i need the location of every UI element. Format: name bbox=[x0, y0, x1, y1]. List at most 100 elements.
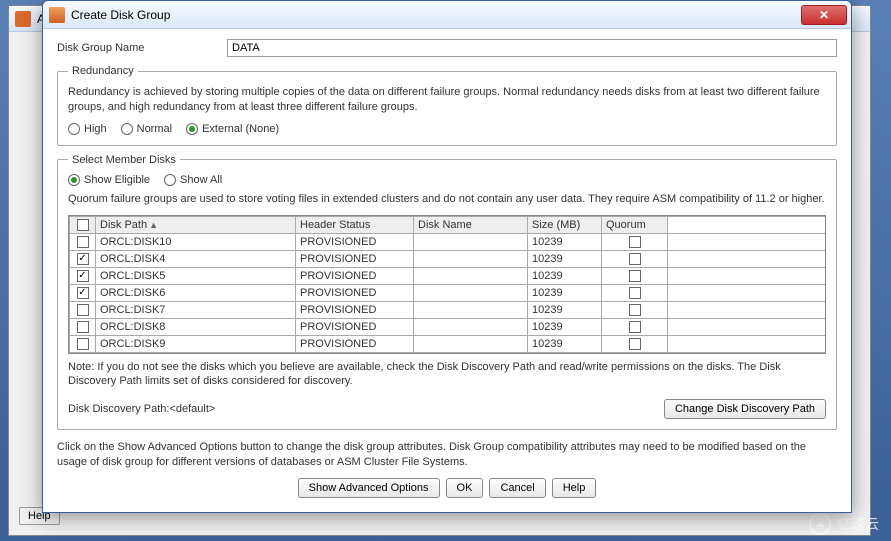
col-disk-path[interactable]: Disk Path▲ bbox=[96, 216, 296, 233]
redundancy-option-normal[interactable]: Normal bbox=[121, 123, 172, 135]
table-row[interactable]: ORCL:DISK9PROVISIONED10239 bbox=[70, 335, 826, 352]
table-row[interactable]: ORCL:DISK5PROVISIONED 10239 bbox=[70, 267, 826, 284]
cloud-icon: ☁ bbox=[809, 513, 831, 535]
radio-icon bbox=[68, 123, 80, 135]
col-size-mb[interactable]: Size (MB) bbox=[528, 216, 602, 233]
cell-disk-path: ORCL:DISK8 bbox=[96, 318, 296, 335]
change-discovery-path-button[interactable]: Change Disk Discovery Path bbox=[664, 399, 826, 419]
row-checkbox[interactable] bbox=[77, 253, 89, 265]
cell-disk-path: ORCL:DISK4 bbox=[96, 250, 296, 267]
cell-filler bbox=[668, 250, 826, 267]
row-checkbox[interactable] bbox=[77, 287, 89, 299]
show-advanced-options-button[interactable]: Show Advanced Options bbox=[298, 478, 440, 498]
col-select-all[interactable] bbox=[70, 216, 96, 233]
quorum-checkbox[interactable] bbox=[629, 253, 641, 265]
watermark: ☁ 亿速云 bbox=[809, 513, 879, 535]
cell-header-status: PROVISIONED bbox=[296, 233, 414, 250]
cell-size-mb: 10239 bbox=[528, 301, 602, 318]
cell-disk-path: ORCL:DISK9 bbox=[96, 335, 296, 352]
cell-disk-name[interactable] bbox=[414, 335, 528, 352]
dialog-title: Create Disk Group bbox=[71, 8, 801, 22]
col-filler bbox=[668, 216, 826, 233]
radio-label: High bbox=[84, 123, 107, 135]
cancel-button[interactable]: Cancel bbox=[489, 478, 545, 498]
cell-disk-name[interactable] bbox=[414, 318, 528, 335]
sort-icon: ▲ bbox=[149, 220, 158, 230]
quorum-checkbox[interactable] bbox=[629, 304, 641, 316]
quorum-checkbox[interactable] bbox=[629, 287, 641, 299]
redundancy-legend: Redundancy bbox=[68, 65, 138, 77]
cell-size-mb: 10239 bbox=[528, 267, 602, 284]
cell-size-mb: 10239 bbox=[528, 284, 602, 301]
table-row[interactable]: ORCL:DISK10PROVISIONED10239 bbox=[70, 233, 826, 250]
cell-disk-path: ORCL:DISK7 bbox=[96, 301, 296, 318]
watermark-text: 亿速云 bbox=[837, 514, 879, 534]
radio-label: Show Eligible bbox=[84, 174, 150, 186]
radio-label: Show All bbox=[180, 174, 222, 186]
quorum-desc: Quorum failure groups are used to store … bbox=[68, 192, 826, 207]
cell-filler bbox=[668, 335, 826, 352]
cell-disk-name[interactable] bbox=[414, 284, 528, 301]
cell-filler bbox=[668, 267, 826, 284]
button-bar: Show Advanced Options OK Cancel Help bbox=[57, 478, 837, 504]
col-header-status[interactable]: Header Status bbox=[296, 216, 414, 233]
cell-size-mb: 10239 bbox=[528, 233, 602, 250]
cell-header-status: PROVISIONED bbox=[296, 301, 414, 318]
radio-icon bbox=[121, 123, 133, 135]
redundancy-option-high[interactable]: High bbox=[68, 123, 107, 135]
cell-disk-path: ORCL:DISK6 bbox=[96, 284, 296, 301]
cell-disk-name[interactable] bbox=[414, 233, 528, 250]
quorum-checkbox[interactable] bbox=[629, 321, 641, 333]
disk-group-name-label: Disk Group Name bbox=[57, 42, 227, 54]
close-button[interactable]: ✕ bbox=[801, 5, 847, 25]
cell-filler bbox=[668, 233, 826, 250]
cell-header-status: PROVISIONED bbox=[296, 250, 414, 267]
row-checkbox[interactable] bbox=[77, 321, 89, 333]
col-quorum[interactable]: Quorum bbox=[602, 216, 668, 233]
table-row[interactable]: ORCL:DISK4PROVISIONED 10239 bbox=[70, 250, 826, 267]
row-checkbox[interactable] bbox=[77, 304, 89, 316]
close-icon: ✕ bbox=[819, 8, 829, 22]
show-options: Show Eligible Show All bbox=[68, 174, 826, 186]
show-option-show-eligible[interactable]: Show Eligible bbox=[68, 174, 150, 186]
advanced-options-hint: Click on the Show Advanced Options butto… bbox=[57, 440, 837, 470]
quorum-checkbox[interactable] bbox=[629, 270, 641, 282]
disk-group-name-input[interactable] bbox=[227, 39, 837, 57]
cell-header-status: PROVISIONED bbox=[296, 267, 414, 284]
cell-size-mb: 10239 bbox=[528, 335, 602, 352]
radio-icon bbox=[68, 174, 80, 186]
member-disks-legend: Select Member Disks bbox=[68, 154, 180, 166]
discovery-note: Note: If you do not see the disks which … bbox=[68, 360, 826, 390]
table-row[interactable]: ORCL:DISK8PROVISIONED 10239 bbox=[70, 318, 826, 335]
cell-disk-name[interactable] bbox=[414, 250, 528, 267]
redundancy-option-external-none-[interactable]: External (None) bbox=[186, 123, 279, 135]
checkbox-icon bbox=[77, 219, 89, 231]
dialog-app-icon bbox=[49, 7, 65, 23]
cell-size-mb: 10239 bbox=[528, 318, 602, 335]
cell-filler bbox=[668, 301, 826, 318]
cell-header-status: PROVISIONED bbox=[296, 318, 414, 335]
col-disk-name[interactable]: Disk Name bbox=[414, 216, 528, 233]
radio-label: External (None) bbox=[202, 123, 279, 135]
cell-disk-name[interactable] bbox=[414, 267, 528, 284]
show-option-show-all[interactable]: Show All bbox=[164, 174, 222, 186]
radio-icon bbox=[164, 174, 176, 186]
help-button[interactable]: Help bbox=[552, 478, 597, 498]
table-row[interactable]: ORCL:DISK7PROVISIONED 10239 bbox=[70, 301, 826, 318]
app-icon bbox=[15, 11, 31, 27]
row-checkbox[interactable] bbox=[77, 270, 89, 282]
create-disk-group-dialog: Create Disk Group ✕ Disk Group Name Redu… bbox=[42, 0, 852, 513]
cell-disk-path: ORCL:DISK5 bbox=[96, 267, 296, 284]
cell-size-mb: 10239 bbox=[528, 250, 602, 267]
cell-filler bbox=[668, 318, 826, 335]
quorum-checkbox[interactable] bbox=[629, 236, 641, 248]
titlebar: Create Disk Group ✕ bbox=[43, 1, 851, 29]
table-row[interactable]: ORCL:DISK6PROVISIONED10239 bbox=[70, 284, 826, 301]
quorum-checkbox[interactable] bbox=[629, 338, 641, 350]
row-checkbox[interactable] bbox=[77, 236, 89, 248]
ok-button[interactable]: OK bbox=[446, 478, 484, 498]
redundancy-options: High Normal External (None) bbox=[68, 123, 826, 135]
redundancy-fieldset: Redundancy Redundancy is achieved by sto… bbox=[57, 65, 837, 146]
cell-disk-name[interactable] bbox=[414, 301, 528, 318]
row-checkbox[interactable] bbox=[77, 338, 89, 350]
